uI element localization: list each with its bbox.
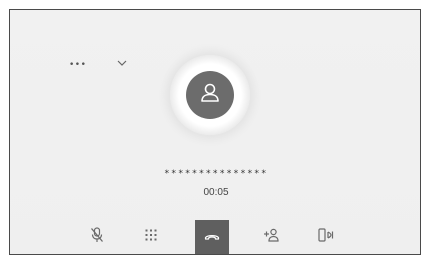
avatar (186, 71, 234, 119)
hang-up-icon (204, 228, 220, 246)
phone-transfer-icon (318, 227, 334, 247)
end-call-button[interactable] (195, 220, 229, 254)
dialpad-icon (145, 228, 157, 246)
call-duration: 00:05 (203, 187, 229, 198)
microphone-muted-icon (90, 226, 104, 248)
chevron-down-icon[interactable] (117, 54, 127, 66)
person-icon (199, 82, 221, 109)
call-toolbar (10, 220, 420, 254)
caller-number: *************** (164, 169, 268, 179)
avatar-halo (170, 55, 250, 135)
add-person-icon (263, 228, 279, 247)
keypad-button[interactable] (134, 220, 168, 254)
add-participant-button[interactable] (254, 220, 288, 254)
device-label: ••• (69, 60, 87, 70)
mute-button[interactable] (80, 220, 114, 254)
call-screen: ••• *************** 00:05 (9, 9, 421, 255)
transfer-button[interactable] (309, 220, 343, 254)
